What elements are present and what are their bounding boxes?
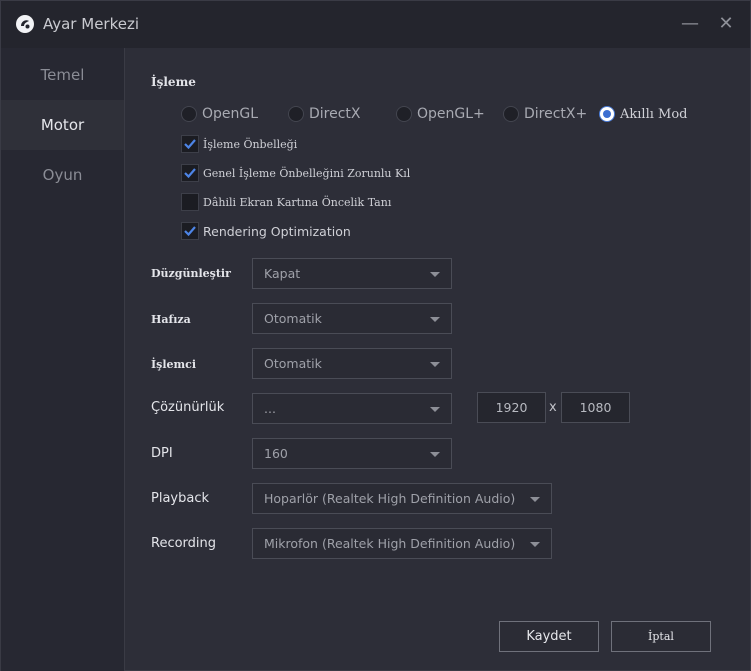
chevron-down-icon <box>430 272 440 277</box>
checkbox-force-global-cache[interactable]: Genel İşleme Önbelleğini Zorunlu Kıl <box>181 164 410 182</box>
checkbox-box <box>181 164 199 182</box>
radio-opengl-plus[interactable]: OpenGL+ <box>396 106 485 122</box>
settings-window: Ayar Merkezi — ✕ Temel Motor Oyun İşleme… <box>0 0 751 671</box>
radio-indicator <box>396 106 412 122</box>
app-logo-icon <box>16 15 34 33</box>
checkbox-label: Dâhili Ekran Kartına Öncelik Tanı <box>203 195 392 209</box>
radio-indicator <box>503 106 519 122</box>
sidebar-item-oyun[interactable]: Oyun <box>1 150 124 200</box>
cpu-select[interactable]: Otomatik <box>252 348 452 379</box>
radio-label: Akıllı Mod <box>620 106 688 122</box>
resolution-height-input[interactable]: 1080 <box>561 392 630 423</box>
checkbox-box <box>181 193 199 211</box>
radio-opengl[interactable]: OpenGL <box>181 106 258 122</box>
chevron-down-icon <box>430 362 440 367</box>
dpi-select[interactable]: 160 <box>252 438 452 469</box>
dpi-label: DPI <box>151 446 173 461</box>
sidebar-item-temel[interactable]: Temel <box>1 50 124 100</box>
checkbox-box <box>181 135 199 153</box>
radio-directx-plus[interactable]: DirectX+ <box>503 106 587 122</box>
radio-label: DirectX <box>309 106 361 122</box>
recording-label: Recording <box>151 536 217 551</box>
sidebar-item-motor[interactable]: Motor <box>1 100 124 150</box>
cpu-label: İşlemci <box>151 358 197 371</box>
select-value: Otomatik <box>264 311 322 326</box>
checkbox-rendering-optimization[interactable]: Rendering Optimization <box>181 222 351 240</box>
checkbox-render-cache[interactable]: İşleme Önbelleği <box>181 135 297 153</box>
minimize-icon[interactable]: — <box>679 13 701 35</box>
select-value: 160 <box>264 446 288 461</box>
checkmark-icon <box>184 226 196 237</box>
resolution-separator: x <box>549 400 557 415</box>
playback-select[interactable]: Hoparlör (Realtek High Definition Audio) <box>252 483 552 514</box>
radio-smart-mode[interactable]: Akıllı Mod <box>599 106 688 122</box>
checkmark-icon <box>184 168 196 179</box>
chevron-down-icon <box>430 317 440 322</box>
checkbox-label: Genel İşleme Önbelleğini Zorunlu Kıl <box>203 166 411 180</box>
antialias-select[interactable]: Kapat <box>252 258 452 289</box>
select-value: Mikrofon (Realtek High Definition Audio) <box>264 536 516 551</box>
recording-select[interactable]: Mikrofon (Realtek High Definition Audio) <box>252 528 552 559</box>
checkbox-label: İşleme Önbelleği <box>203 137 298 151</box>
chevron-down-icon <box>530 542 540 547</box>
sidebar: Temel Motor Oyun <box>1 48 125 671</box>
radio-directx[interactable]: DirectX <box>288 106 361 122</box>
checkmark-icon <box>184 139 196 150</box>
cancel-button[interactable]: İptal <box>611 621 711 652</box>
radio-indicator-selected <box>599 106 615 122</box>
title-bar[interactable]: Ayar Merkezi — ✕ <box>1 1 750 48</box>
select-value: Hoparlör (Realtek High Definition Audio) <box>264 491 516 506</box>
chevron-down-icon <box>530 497 540 502</box>
select-value: Otomatik <box>264 356 322 371</box>
memory-select[interactable]: Otomatik <box>252 303 452 334</box>
settings-panel: İşleme OpenGL DirectX OpenGL+ DirectX+ A… <box>125 48 751 671</box>
antialias-label: Düzgünleştir <box>151 267 231 280</box>
select-value: ... <box>264 401 276 416</box>
radio-label: DirectX+ <box>524 106 588 122</box>
close-icon[interactable]: ✕ <box>715 13 737 35</box>
radio-indicator <box>181 106 197 122</box>
checkbox-box <box>181 222 199 240</box>
rendering-section-title: İşleme <box>151 75 196 89</box>
checkbox-label: Rendering Optimization <box>203 223 351 239</box>
resolution-label: Çözünürlük <box>151 400 225 415</box>
radio-label: OpenGL <box>202 106 259 122</box>
checkbox-integrated-gpu-priority[interactable]: Dâhili Ekran Kartına Öncelik Tanı <box>181 193 391 211</box>
select-value: Kapat <box>264 266 301 281</box>
window-title: Ayar Merkezi <box>43 15 140 33</box>
chevron-down-icon <box>430 407 440 412</box>
radio-label: OpenGL+ <box>417 106 485 122</box>
resolution-select[interactable]: ... <box>252 393 452 424</box>
resolution-width-input[interactable]: 1920 <box>477 392 546 423</box>
memory-label: Hafıza <box>151 313 191 326</box>
chevron-down-icon <box>430 452 440 457</box>
radio-indicator <box>288 106 304 122</box>
save-button[interactable]: Kaydet <box>499 621 599 652</box>
playback-label: Playback <box>151 491 210 506</box>
